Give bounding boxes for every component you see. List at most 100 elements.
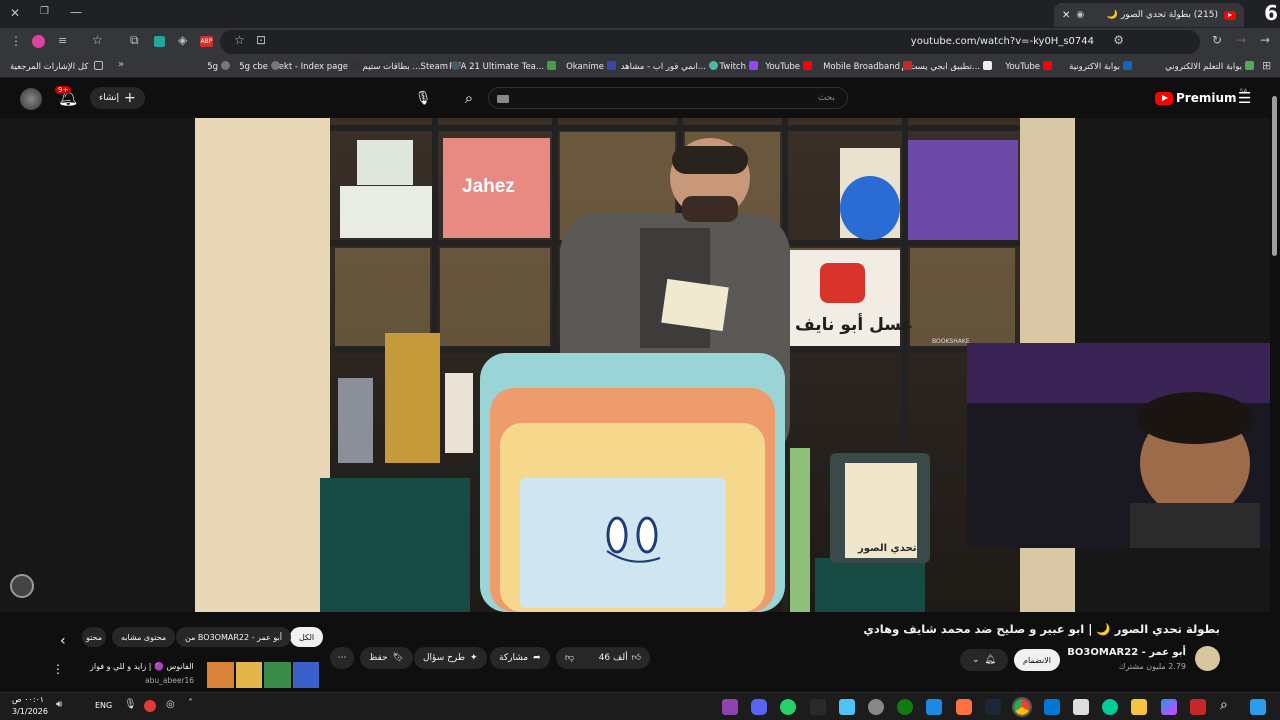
discord-icon[interactable] [751,699,767,715]
bookmark-item[interactable]: تطبيق ابجي يست م... [901,61,992,72]
install-app-icon[interactable]: ⊡ [256,33,266,47]
taskbar-app-icon[interactable] [722,699,738,715]
tab-close-icon[interactable]: ✕ [1062,10,1070,21]
channel-watermark-icon[interactable] [10,574,34,598]
forward-icon[interactable]: → [1236,33,1246,47]
bookmark-item[interactable]: بوابة الاكترونية [1069,61,1132,72]
page-scrollbar[interactable] [1272,86,1278,686]
bookmark-item[interactable]: Twitch [720,61,758,72]
bookmark-item[interactable]: بوابة التعلم الالكتروني [1165,61,1254,72]
profile-avatar-icon[interactable] [32,35,45,48]
keyboard-icon[interactable] [497,95,509,103]
search-input[interactable]: بحث [488,87,848,109]
tray-app-icon[interactable] [144,700,156,712]
address-bar[interactable]: ☆ ⊡ youtube.com/watch?v=-ky0H_s0744 ⚙ [220,30,1200,54]
bookmark-item[interactable]: YouTube [1005,61,1052,72]
bookmark-item[interactable]: Mobile Broadband [823,61,912,72]
acrobat-icon[interactable] [1190,699,1206,715]
guide-menu-icon[interactable]: ☰ [1238,89,1251,107]
search-taskbar-icon[interactable]: ⌕ [1220,697,1228,713]
edge-icon[interactable] [1102,699,1118,715]
whatsapp-icon[interactable] [780,699,796,715]
reload-icon[interactable]: ↻ [1212,33,1222,47]
clock-date[interactable]: 3/1/2026 [12,707,48,716]
create-button[interactable]: إنشاء + [90,87,145,109]
share-button[interactable]: مشاركة ➦ [490,647,550,669]
subscribed-bell-button[interactable]: ⌄ 🔔︎ [960,649,1008,671]
collab-menu-icon[interactable]: ⋮ [52,662,64,676]
honey-sign: عسل أبو نايف [795,315,914,335]
apps-grid-icon[interactable]: ⊞ [1262,59,1271,72]
all-bookmarks[interactable]: كل الإشارات المرجعية [10,61,104,72]
taskbar-app-icon[interactable] [1161,699,1177,715]
channel-avatar[interactable] [1195,646,1220,671]
like-dislike-group[interactable]: 👎︎ 46 ألف 👍︎ [556,647,650,669]
search-icon[interactable]: ⌕ [455,86,483,110]
browser-menu-icon[interactable]: ⋮ [10,34,22,48]
youtube-premium-logo[interactable]: Premium SA [1155,88,1248,105]
save-button[interactable]: حفظ 🔖︎ [360,647,414,669]
bookmark-item[interactable]: 5g cbe [239,61,280,72]
tab-audio-icon[interactable]: ◉ [1076,10,1084,20]
bookmark-item[interactable]: YouTube [765,61,812,72]
voice-search-icon[interactable]: 🎙︎ [410,87,436,109]
collab-thumbnails[interactable] [207,662,319,688]
bookmark-star-icon[interactable]: ☆ [234,33,245,47]
bookmark-item[interactable]: Okanime [566,61,616,72]
adblock-icon[interactable]: ABP [200,36,213,47]
back-icon[interactable]: → [1260,33,1270,47]
active-tab[interactable]: (215) بطولة تحدي الصور 🌙 ◉ ✕ [1054,3,1244,27]
bookmark-item[interactable]: rekt - Index page [275,61,360,72]
xbox-icon[interactable] [897,699,913,715]
close-window-icon[interactable]: ✕ [10,6,20,20]
browser-title-bar: ✕ ❐ — + (215) بطولة تحدي الصور 🌙 ◉ ✕ 6 [0,0,1280,28]
store-icon[interactable] [1073,699,1089,715]
taskbar-app-icon[interactable] [839,699,855,715]
brave-icon[interactable] [956,699,972,715]
bookmark-item[interactable]: 5g [207,61,230,72]
chrome-icon[interactable] [1012,697,1032,717]
bookmark-item[interactable]: FIFA 21 Ultimate Tea... [449,61,556,72]
extension-a-icon[interactable] [154,36,165,47]
chip-from-channel[interactable]: من BO3OMAR22 - أبو عمر [176,627,291,647]
more-actions-button[interactable]: ⋯ [330,647,354,669]
chips-scroll-left-icon[interactable]: ‹ [60,633,66,649]
collab-title[interactable]: الفانوس 🟣 | زايد و للي و فواز [90,662,194,671]
volume-icon[interactable]: 🔊︎ [56,699,62,710]
extensions-icon[interactable]: ⧉ [130,33,139,48]
outlook-icon[interactable] [1044,699,1060,715]
language-indicator[interactable]: ENG [95,701,112,710]
bookmarks-overflow-icon[interactable]: » [118,59,124,70]
reading-list-icon[interactable]: ≡ [58,34,67,47]
taskbar-app-icon[interactable] [926,699,942,715]
windows-taskbar: ٠٠:٠١ ص 3/1/2026 🔊︎ ENG 🎙︎ ◎ ˄ ⌕ [0,692,1280,720]
bookmark-item[interactable]: بطاقات ستيم ...Steam [363,61,460,72]
mic-icon[interactable]: 🎙︎ [124,699,137,710]
tray-app-icon[interactable]: ◎ [166,699,175,710]
extension-b-icon[interactable]: ◈ [178,33,187,47]
minimize-window-icon[interactable]: — [70,5,82,19]
bookmark-item[interactable]: انمي فور اب - مشاهد... [621,61,718,72]
chip-more[interactable]: محتو [82,627,106,647]
taskbar-app-icon[interactable] [868,699,884,715]
clock-time[interactable]: ٠٠:٠١ ص [12,695,44,704]
windows-start-icon[interactable] [1250,699,1266,715]
taskbar-app-icon[interactable] [810,699,826,715]
file-explorer-icon[interactable] [1131,699,1147,715]
steam-icon[interactable] [985,699,1001,715]
ask-button[interactable]: طرح سؤال ✦ [414,647,487,669]
book-label: BOOKSHAKE [932,338,970,345]
tray-overflow-icon[interactable]: ˄ [188,698,193,709]
dislike-icon[interactable]: 👎︎ [565,653,574,663]
site-settings-icon[interactable]: ⚙ [1113,33,1124,47]
video-player[interactable]: Jahez عسل أبو نايف تحدي الصور BOOKSHAKE [0,118,1270,612]
chip-related[interactable]: محتوى مشابه [112,627,176,647]
join-button[interactable]: الانضمام [1014,649,1060,671]
account-avatar[interactable] [20,88,42,110]
like-button[interactable]: 46 ألف 👍︎ [599,653,641,663]
favorites-icon[interactable]: ☆ [92,33,103,47]
channel-name[interactable]: BO3OMAR22 - أبو عمر [1067,647,1186,658]
restore-window-icon[interactable]: ❐ [40,6,49,17]
url-text[interactable]: youtube.com/watch?v=-ky0H_s0744 [911,36,1094,47]
chip-all[interactable]: الكل [290,627,324,647]
